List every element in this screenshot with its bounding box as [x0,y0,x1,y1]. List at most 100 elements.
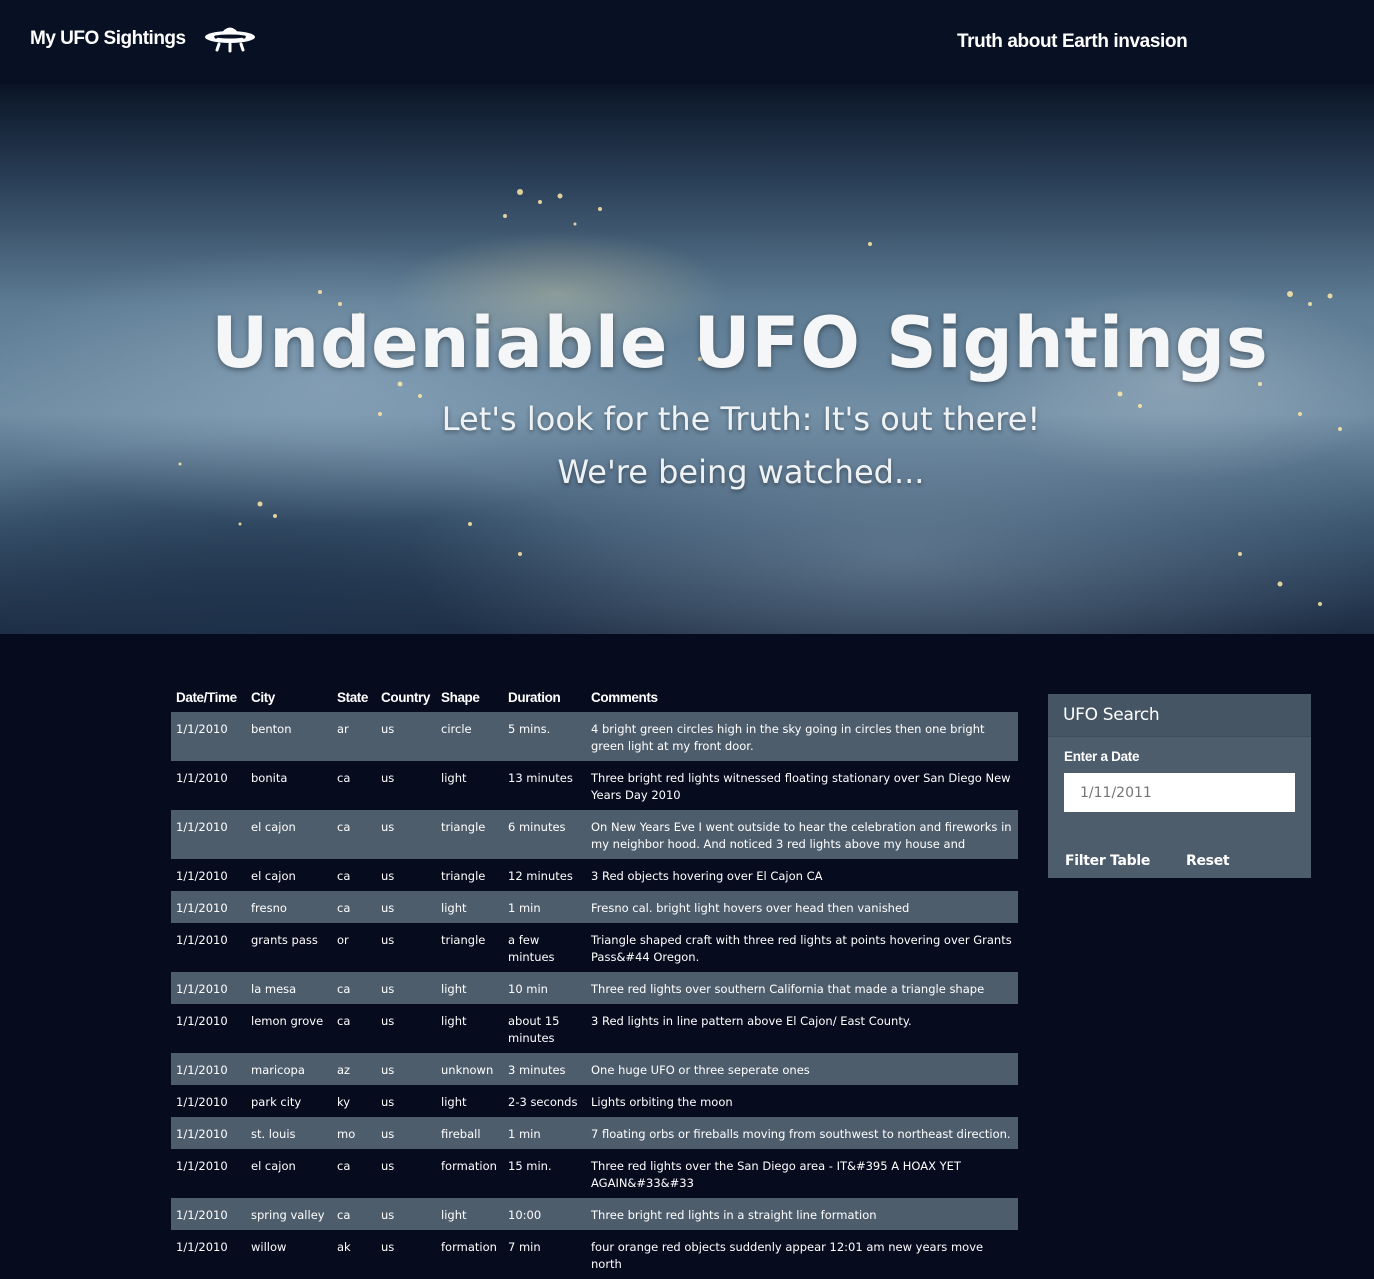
table-cell: formation [436,1149,503,1198]
table-cell: formation [436,1230,503,1279]
date-label: Enter a Date [1064,749,1140,764]
table-cell: lemon grove [246,1004,332,1053]
table-cell: ar [332,712,376,761]
table-cell: circle [436,712,503,761]
table-cell: 1/1/2010 [171,1198,246,1230]
nav-link-truth[interactable]: Truth about Earth invasion [957,31,1188,53]
hero-tagline: We're being watched... [557,453,925,491]
table-cell: Three bright red lights witnessed floati… [586,761,1018,810]
table-cell: light [436,1198,503,1230]
table-cell: triangle [436,923,503,972]
column-header[interactable]: Comments [586,684,1018,712]
ufo-icon [205,27,255,53]
table-cell: fireball [436,1117,503,1149]
table-cell: 1/1/2010 [171,810,246,859]
ufo-search-panel: UFO Search Enter a Date Filter Table Res… [1048,694,1311,878]
table-cell: 3 Red lights in line pattern above El Ca… [586,1004,1018,1053]
table-cell: 1/1/2010 [171,923,246,972]
panel-title: UFO Search [1048,694,1311,737]
table-cell: us [376,972,436,1004]
table-cell: 6 minutes [503,810,586,859]
table-cell: benton [246,712,332,761]
table-cell: 10 min [503,972,586,1004]
table-cell: ca [332,1149,376,1198]
table-row: 1/1/2010 lemon grove ca us light about 15 min… [171,1004,1018,1053]
hero-title: Undeniable UFO Sightings [211,302,1269,384]
table-cell: 7 min [503,1230,586,1279]
table-cell: light [436,891,503,923]
table-row: 1/1/2010 la mesa ca us light 10 min Three red … [171,972,1018,1004]
column-header[interactable]: Country [376,684,436,712]
column-header[interactable]: State [332,684,376,712]
column-header[interactable]: Date/Time [171,684,246,712]
table-cell: unknown [436,1053,503,1085]
table-cell: Three red lights over the San Diego area… [586,1149,1018,1198]
table-cell: ca [332,859,376,891]
table-cell: a few mintues [503,923,586,972]
hero-subtitle: Let's look for the Truth: It's out there… [441,400,1041,438]
table-cell: light [436,1085,503,1117]
table-cell: fresno [246,891,332,923]
sightings-table-container: Date/Time City State Country Shape Durat… [171,684,1018,1279]
table-row: 1/1/2010 fresno ca us light 1 min Fresno cal. … [171,891,1018,923]
table-cell: 1/1/2010 [171,712,246,761]
table-cell: ak [332,1230,376,1279]
table-cell: ky [332,1085,376,1117]
table-cell: us [376,761,436,810]
table-cell: about 15 minutes [503,1004,586,1053]
table-cell: Triangle shaped craft with three red lig… [586,923,1018,972]
table-cell: us [376,859,436,891]
filter-table-button[interactable]: Filter Table [1065,853,1150,869]
table-cell: ca [332,1198,376,1230]
table-cell: 1/1/2010 [171,972,246,1004]
table-cell: willow [246,1230,332,1279]
table-cell: spring valley [246,1198,332,1230]
column-header[interactable]: City [246,684,332,712]
brand-link[interactable]: My UFO Sightings [30,28,186,50]
table-cell: us [376,1117,436,1149]
navbar: My UFO Sightings Truth about Earth invas… [0,0,1374,84]
table-cell: 1 min [503,1117,586,1149]
sightings-table: Date/Time City State Country Shape Durat… [171,684,1018,1279]
table-cell: us [376,1198,436,1230]
table-cell: 13 minutes [503,761,586,810]
table-cell: light [436,972,503,1004]
table-cell: ca [332,972,376,1004]
table-cell: 3 Red objects hovering over El Cajon CA [586,859,1018,891]
table-cell: park city [246,1085,332,1117]
table-cell: 1/1/2010 [171,1085,246,1117]
date-input[interactable] [1064,773,1295,812]
table-cell: Fresno cal. bright light hovers over hea… [586,891,1018,923]
table-cell: 10:00 [503,1198,586,1230]
column-header[interactable]: Shape [436,684,503,712]
table-cell: ca [332,1004,376,1053]
table-cell: One huge UFO or three seperate ones [586,1053,1018,1085]
table-header-row: Date/Time City State Country Shape Durat… [171,684,1018,712]
table-cell: mo [332,1117,376,1149]
table-cell: 1/1/2010 [171,761,246,810]
table-cell: light [436,761,503,810]
table-cell: el cajon [246,859,332,891]
table-cell: Three red lights over southern Californi… [586,972,1018,1004]
table-cell: st. louis [246,1117,332,1149]
table-cell: or [332,923,376,972]
table-cell: us [376,1149,436,1198]
table-cell: 1/1/2010 [171,1053,246,1085]
table-cell: us [376,1085,436,1117]
table-cell: Three bright red lights in a straight li… [586,1198,1018,1230]
table-cell: us [376,712,436,761]
table-cell: bonita [246,761,332,810]
column-header[interactable]: Duration [503,684,586,712]
table-cell: el cajon [246,810,332,859]
table-cell: us [376,1230,436,1279]
table-row: 1/1/2010 benton ar us circle 5 mins. 4 bright … [171,712,1018,761]
hero-banner: Undeniable UFO Sightings Let's look for … [0,84,1374,634]
table-row: 1/1/2010 el cajon ca us triangle 6 minutes On … [171,810,1018,859]
reset-button[interactable]: Reset [1186,853,1230,869]
table-cell: triangle [436,810,503,859]
table-row: 1/1/2010 willow ak us formation 7 min four ora… [171,1230,1018,1279]
table-cell: grants pass [246,923,332,972]
table-cell: 1/1/2010 [171,1230,246,1279]
table-cell: 1/1/2010 [171,859,246,891]
table-cell: 3 minutes [503,1053,586,1085]
